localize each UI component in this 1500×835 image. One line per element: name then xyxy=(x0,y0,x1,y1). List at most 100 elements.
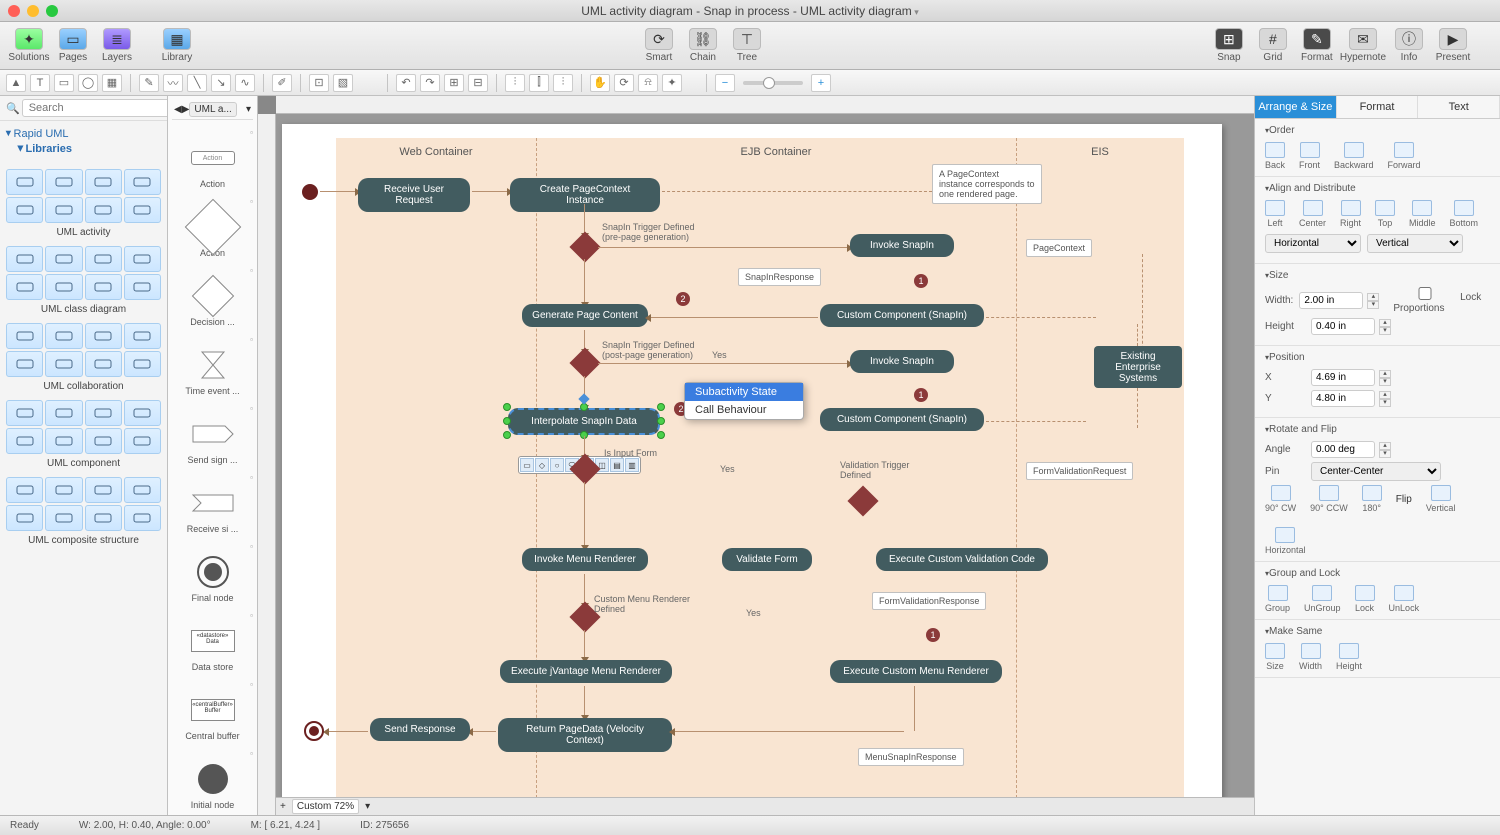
pin-select[interactable]: Center-Center xyxy=(1311,462,1441,481)
180--button[interactable]: 180° xyxy=(1362,485,1382,513)
x-stepper[interactable]: ▴▾ xyxy=(1379,370,1391,386)
height-input[interactable] xyxy=(1311,318,1375,335)
shape-thumb[interactable] xyxy=(85,428,122,454)
person-tool[interactable]: ⍾ xyxy=(638,74,658,92)
tree-button[interactable]: ⊤Tree xyxy=(726,28,768,63)
stencil-final[interactable]: ▫Final node xyxy=(172,542,253,603)
undo-button[interactable]: ↶ xyxy=(396,74,416,92)
smart-button[interactable]: ⟳Smart xyxy=(638,28,680,63)
node-jvantage[interactable]: Execute jVantage Menu Renderer xyxy=(500,660,672,683)
shape-thumb[interactable] xyxy=(85,351,122,377)
shape-thumb[interactable] xyxy=(6,169,43,195)
zoom-dropdown-icon[interactable]: ▾ xyxy=(365,801,370,812)
node-existing[interactable]: Existing Enterprise Systems xyxy=(1094,346,1182,388)
tab-text[interactable]: Text xyxy=(1418,96,1500,118)
zoom-select[interactable]: Custom 72% xyxy=(292,799,359,814)
right-button[interactable]: Right xyxy=(1340,200,1361,228)
shape-thumb[interactable] xyxy=(124,274,161,300)
ctx-callbehaviour[interactable]: Call Behaviour xyxy=(685,401,803,419)
angle-input[interactable] xyxy=(1311,441,1375,458)
node-invoke2[interactable]: Invoke SnapIn xyxy=(850,350,954,373)
shape-thumb[interactable] xyxy=(45,197,82,223)
shape-thumb[interactable] xyxy=(85,477,122,503)
shape-thumb[interactable] xyxy=(45,477,82,503)
node-receive[interactable]: Receive User Request xyxy=(358,178,470,212)
pill-formvalresp[interactable]: FormValidationResponse xyxy=(872,592,986,610)
eyedropper-tool[interactable]: ✐ xyxy=(272,74,292,92)
shape-thumb[interactable] xyxy=(45,505,82,531)
node-genpage[interactable]: Generate Page Content xyxy=(522,304,648,327)
stencil-next[interactable]: ▶ xyxy=(182,104,190,115)
zoom-in-button[interactable]: + xyxy=(811,74,831,92)
solutions-button[interactable]: ✦Solutions xyxy=(8,28,50,63)
angle-stepper[interactable]: ▴▾ xyxy=(1379,442,1391,458)
context-menu[interactable]: Subactivity State Call Behaviour xyxy=(684,382,804,420)
tab-arrange[interactable]: Arrange & Size xyxy=(1255,96,1337,118)
node-returnpd[interactable]: Return PageData (Velocity Context) xyxy=(498,718,672,752)
rect-tool[interactable]: ▭ xyxy=(54,74,74,92)
height-button[interactable]: Height xyxy=(1336,643,1362,671)
shape-thumb[interactable] xyxy=(45,323,82,349)
group-button[interactable]: ⊞ xyxy=(444,74,464,92)
lock-proportions[interactable] xyxy=(1393,287,1457,300)
table-tool[interactable]: ▦ xyxy=(102,74,122,92)
shape-thumb[interactable] xyxy=(85,505,122,531)
shape-thumb[interactable] xyxy=(6,400,43,426)
canvas[interactable]: Web Container EJB Container EIS Receive … xyxy=(276,114,1254,797)
shape-thumb[interactable] xyxy=(85,274,122,300)
stencil-buffer[interactable]: ▫«centralBuffer»BufferCentral buffer xyxy=(172,680,253,741)
stencil-send[interactable]: ▫Send sign ... xyxy=(172,404,253,465)
top-button[interactable]: Top xyxy=(1375,200,1395,228)
text-tool[interactable]: T xyxy=(30,74,50,92)
pill-menusnap[interactable]: MenuSnapInResponse xyxy=(858,748,964,766)
shape-thumb[interactable] xyxy=(124,400,161,426)
left-button[interactable]: Left xyxy=(1265,200,1285,228)
y-input[interactable] xyxy=(1311,390,1375,407)
size-button[interactable]: Size xyxy=(1265,643,1285,671)
node-custom2[interactable]: Custom Component (SnapIn) xyxy=(820,408,984,431)
shape-thumb[interactable] xyxy=(85,323,122,349)
shape-thumb[interactable] xyxy=(6,505,43,531)
align-center-button[interactable]: ⫿ xyxy=(529,74,549,92)
libtree-root[interactable]: Rapid UML xyxy=(6,127,161,140)
ungroup-button[interactable]: ⊟ xyxy=(468,74,488,92)
snap-button[interactable]: ⊞Snap xyxy=(1208,28,1250,63)
final-node[interactable] xyxy=(304,721,324,741)
format-button[interactable]: ✎Format xyxy=(1296,28,1338,63)
front-button[interactable]: Front xyxy=(1299,142,1320,170)
stencil-action-pill[interactable]: ▫Action xyxy=(172,197,253,258)
present-button[interactable]: ▶Present xyxy=(1432,28,1474,63)
fill-tool[interactable]: ▧ xyxy=(333,74,353,92)
y-stepper[interactable]: ▴▾ xyxy=(1379,391,1391,407)
shape-thumb[interactable] xyxy=(6,274,43,300)
shape-thumb[interactable] xyxy=(45,169,82,195)
stencil-menu-icon[interactable]: ▾ xyxy=(246,104,251,115)
shape-thumb[interactable] xyxy=(45,274,82,300)
stencil-diamond[interactable]: ▫Decision ... xyxy=(172,266,253,327)
node-custom1[interactable]: Custom Component (SnapIn) xyxy=(820,304,984,327)
shape-thumb[interactable] xyxy=(45,246,82,272)
hypernote-button[interactable]: ✉Hypernote xyxy=(1340,28,1386,63)
grid-button[interactable]: #Grid xyxy=(1252,28,1294,63)
back-button[interactable]: Back xyxy=(1265,142,1285,170)
group-button[interactable]: Group xyxy=(1265,585,1290,613)
pill-pagectx[interactable]: PageContext xyxy=(1026,239,1092,257)
stencil-initial[interactable]: ▫Initial node xyxy=(172,749,253,810)
node-invoke1[interactable]: Invoke SnapIn xyxy=(850,234,954,257)
ungroup-button[interactable]: UnGroup xyxy=(1304,585,1341,613)
bezier-tool[interactable]: 〰 xyxy=(163,74,183,92)
height-stepper[interactable]: ▴▾ xyxy=(1379,319,1391,335)
note-pagecontext[interactable]: A PageContext instance corresponds to on… xyxy=(932,164,1042,204)
shape-thumb[interactable] xyxy=(85,400,122,426)
info-button[interactable]: ⓘInfo xyxy=(1388,28,1430,63)
zoom-out-button[interactable]: − xyxy=(715,74,735,92)
tab-format[interactable]: Format xyxy=(1337,96,1419,118)
shape-thumb[interactable] xyxy=(124,246,161,272)
distribute-v[interactable]: Vertical xyxy=(1367,234,1463,253)
rotate-tool[interactable]: ⟳ xyxy=(614,74,634,92)
stencil-prev[interactable]: ◀ xyxy=(174,104,182,115)
line-tool[interactable]: ╲ xyxy=(187,74,207,92)
stencil-hourglass[interactable]: ▫Time event ... xyxy=(172,335,253,396)
distribute-h[interactable]: Horizontal xyxy=(1265,234,1361,253)
align-right-button[interactable]: ⫶ xyxy=(553,74,573,92)
